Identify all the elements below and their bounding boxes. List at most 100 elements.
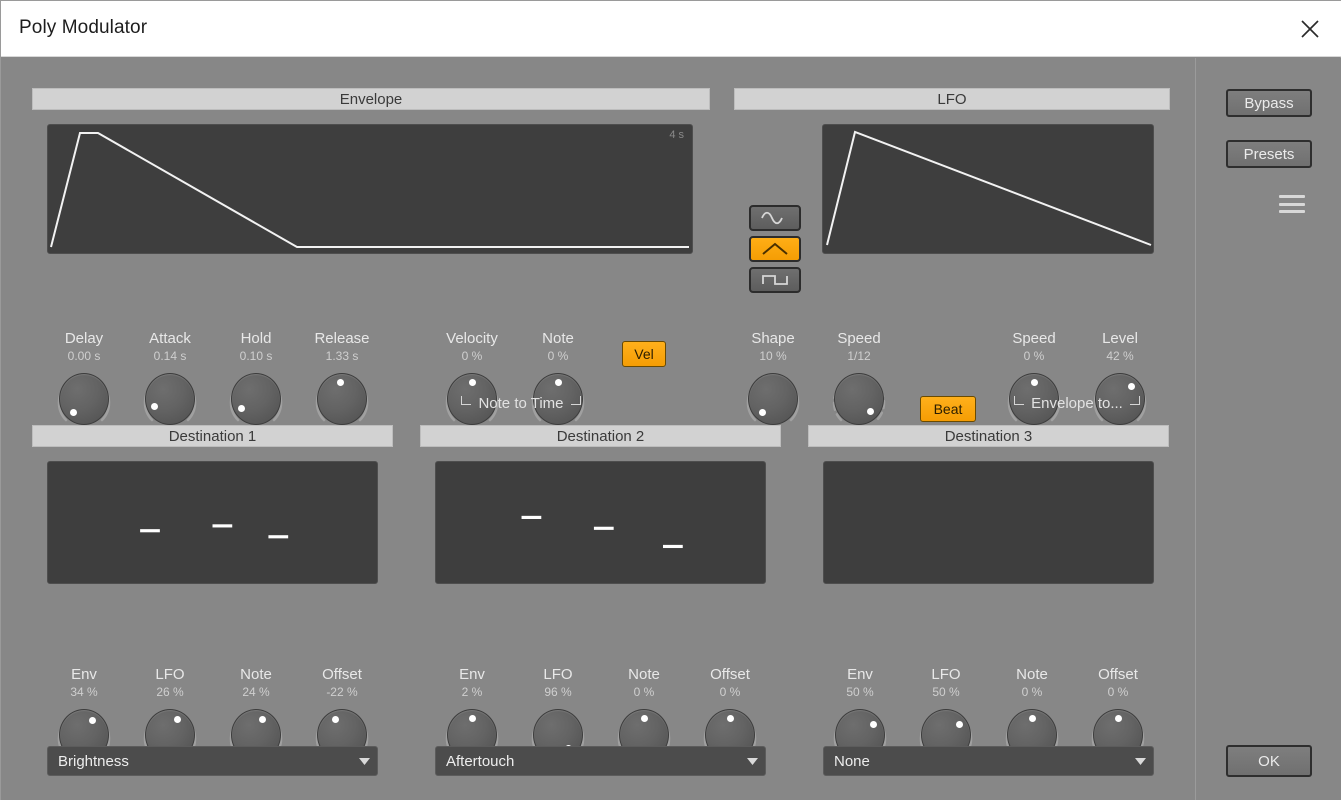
bracket-arm-right xyxy=(570,395,581,405)
destination-2-target-value: Aftertouch xyxy=(446,752,515,770)
knob-env-speed-label: Speed xyxy=(1012,330,1056,347)
knob-velocity[interactable]: Velocity 0 % xyxy=(433,330,511,430)
knob-hold-dial[interactable] xyxy=(225,368,287,430)
note-to-time-label: Note to Time xyxy=(478,394,564,412)
dest3-knob-env-value: 50 % xyxy=(846,685,874,699)
destination-1-header: Destination 1 xyxy=(32,425,393,447)
lfo-display[interactable] xyxy=(822,124,1154,254)
knob-lfo-shape[interactable]: Shape 10 % xyxy=(734,330,812,430)
destination-2-display[interactable] xyxy=(435,461,766,584)
dest3-knob-env-label: Env xyxy=(847,666,873,683)
destination-3-target-select[interactable]: None xyxy=(823,746,1154,776)
knob-delay-value: 0.00 s xyxy=(67,349,101,363)
sine-wave-icon[interactable] xyxy=(749,205,801,231)
dest1-knob-offset-value: -22 % xyxy=(326,685,358,699)
window-title: Poly Modulator xyxy=(19,17,148,38)
knob-lfo-shape-label: Shape xyxy=(751,330,795,347)
knob-release-label: Release xyxy=(314,330,370,347)
knob-env-level-label: Level xyxy=(1102,330,1138,347)
ok-button-label: OK xyxy=(1258,752,1280,770)
envelope-display[interactable]: 4 s xyxy=(47,124,693,254)
bypass-button[interactable]: Bypass xyxy=(1226,89,1312,117)
knob-hold-value: 0.10 s xyxy=(239,349,273,363)
envelope-to-bracket: Envelope to... xyxy=(989,392,1165,414)
knob-hold[interactable]: Hold 0.10 s xyxy=(217,330,295,430)
knob-delay[interactable]: Delay 0.00 s xyxy=(45,330,123,430)
close-icon[interactable] xyxy=(1288,9,1332,49)
bracket-arm-left xyxy=(1014,395,1025,405)
knob-release[interactable]: Release 1.33 s xyxy=(303,330,381,430)
dest1-knob-lfo-value: 26 % xyxy=(156,685,184,699)
poly-modulator-window: Poly Modulator Envelope 4 s Delay 0.00 s xyxy=(0,0,1341,800)
vel-toggle-button[interactable]: Vel xyxy=(622,341,666,367)
lfo-section-header: LFO xyxy=(734,88,1170,110)
knob-hold-label: Hold xyxy=(240,330,272,347)
dest3-knob-offset-label: Offset xyxy=(1098,666,1138,683)
destination-1-target-select[interactable]: Brightness xyxy=(47,746,378,776)
destination-3-header-label: Destination 3 xyxy=(944,427,1033,445)
knob-lfo-speed-label: Speed xyxy=(837,330,881,347)
dest3-knob-lfo-value: 50 % xyxy=(932,685,960,699)
bracket-arm-left xyxy=(461,395,472,405)
knob-delay-dial[interactable] xyxy=(53,368,115,430)
dest1-knob-note-value: 24 % xyxy=(242,685,270,699)
dest1-knob-env-value: 34 % xyxy=(70,685,98,699)
dest1-knob-lfo-label: LFO xyxy=(155,666,185,683)
dest2-knob-offset-label: Offset xyxy=(710,666,750,683)
envelope-to-label: Envelope to... xyxy=(1031,394,1123,412)
dest3-knob-note-label: Note xyxy=(1016,666,1048,683)
destination-3-header: Destination 3 xyxy=(808,425,1169,447)
knob-lfo-shape-dial[interactable] xyxy=(742,368,804,430)
destination-3-display[interactable] xyxy=(823,461,1154,584)
dest3-knob-offset-value: 0 % xyxy=(1107,685,1129,699)
knob-velocity-value: 0 % xyxy=(461,349,483,363)
hamburger-menu-icon[interactable] xyxy=(1279,195,1305,213)
knob-lfo-speed-value: 1/12 xyxy=(847,349,871,363)
lfo-header-label: LFO xyxy=(937,90,967,108)
bracket-arm-right xyxy=(1129,395,1140,405)
panel-divider xyxy=(1195,58,1196,800)
knob-release-dial[interactable] xyxy=(311,368,373,430)
knob-note-label: Note xyxy=(542,330,574,347)
note-to-time-bracket: Note to Time xyxy=(426,392,616,414)
envelope-section-header: Envelope xyxy=(32,88,710,110)
destination-2-header: Destination 2 xyxy=(420,425,781,447)
chevron-down-icon[interactable] xyxy=(1127,757,1153,765)
square-wave-icon[interactable] xyxy=(749,267,801,293)
knob-env-speed[interactable]: Speed 0 % xyxy=(995,330,1073,430)
knob-attack-dial[interactable] xyxy=(139,368,201,430)
dest2-knob-lfo-label: LFO xyxy=(543,666,573,683)
destination-2-target-select[interactable]: Aftertouch xyxy=(435,746,766,776)
envelope-header-label: Envelope xyxy=(339,90,403,108)
destination-3-target-value: None xyxy=(834,752,870,770)
destination-1-display[interactable] xyxy=(47,461,378,584)
dest1-knob-env-label: Env xyxy=(71,666,97,683)
chevron-down-icon[interactable] xyxy=(739,757,765,765)
knob-lfo-speed-dial[interactable] xyxy=(828,368,890,430)
knob-note-value: 0 % xyxy=(547,349,569,363)
presets-button[interactable]: Presets xyxy=(1226,140,1312,168)
dest2-knob-note-value: 0 % xyxy=(633,685,655,699)
knob-attack[interactable]: Attack 0.14 s xyxy=(131,330,209,430)
knob-release-value: 1.33 s xyxy=(325,349,359,363)
knob-env-level[interactable]: Level 42 % xyxy=(1081,330,1159,430)
knob-env-level-value: 42 % xyxy=(1106,349,1134,363)
destination-1-target-value: Brightness xyxy=(58,752,129,770)
knob-note[interactable]: Note 0 % xyxy=(519,330,597,430)
dest1-knob-note-label: Note xyxy=(240,666,272,683)
knob-env-speed-value: 0 % xyxy=(1023,349,1045,363)
destination-1-header-label: Destination 1 xyxy=(168,427,257,445)
beat-toggle-button[interactable]: Beat xyxy=(920,396,976,422)
bypass-button-label: Bypass xyxy=(1244,94,1294,112)
knob-velocity-label: Velocity xyxy=(446,330,498,347)
chevron-down-icon[interactable] xyxy=(351,757,377,765)
main-body: Envelope 4 s Delay 0.00 s Attack 0.14 s xyxy=(1,58,1341,800)
dest2-knob-offset-value: 0 % xyxy=(719,685,741,699)
vel-toggle-label: Vel xyxy=(634,346,654,362)
dest3-knob-lfo-label: LFO xyxy=(931,666,961,683)
knob-lfo-speed[interactable]: Speed 1/12 xyxy=(820,330,898,430)
triangle-wave-icon[interactable] xyxy=(749,236,801,262)
dest2-knob-env-value: 2 % xyxy=(461,685,483,699)
knob-attack-value: 0.14 s xyxy=(153,349,187,363)
ok-button[interactable]: OK xyxy=(1226,745,1312,777)
